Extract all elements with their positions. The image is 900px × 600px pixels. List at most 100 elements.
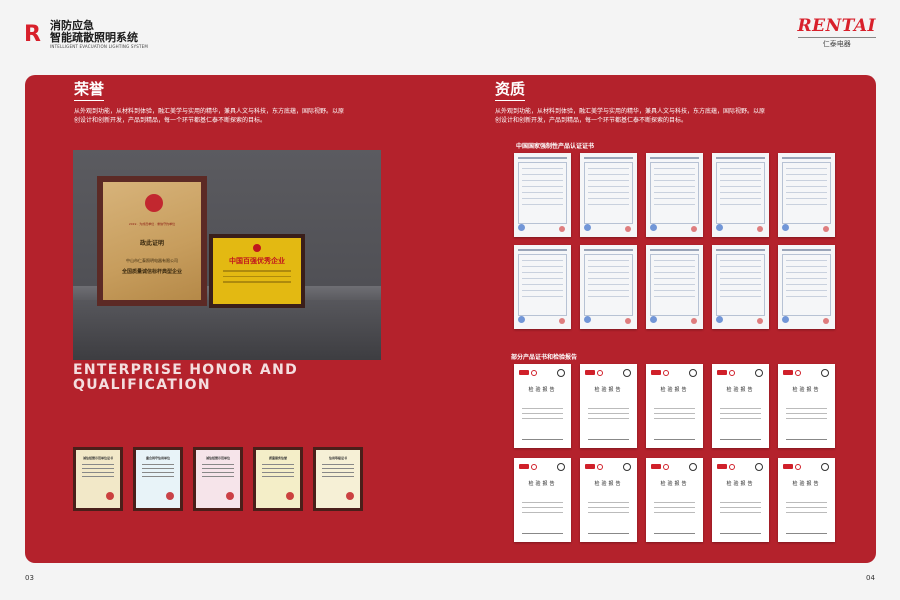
- report-title: 检验报告: [660, 481, 689, 487]
- brand-logo-mark: R: [24, 22, 41, 47]
- cma-logo-icon: [585, 370, 595, 375]
- cnas-logo-icon: [795, 464, 801, 470]
- seal-icon: [166, 492, 174, 500]
- seal-icon: [650, 316, 657, 323]
- cma-logo-icon: [783, 370, 793, 375]
- report-grid: 检验报告 检验报告 检验报告 检验报告 检验报告 检验报告 检验报告 检验报告 检验报告 检验报告: [514, 364, 835, 542]
- seal-icon: [518, 224, 525, 231]
- ccc-certificate: [712, 153, 769, 237]
- lab-logo-icon: [755, 463, 763, 471]
- seal-icon: [823, 318, 829, 324]
- mini-certificate: 诚信经营示范单位证书: [73, 447, 123, 511]
- report-title: 检验报告: [594, 481, 623, 487]
- seal-icon: [691, 226, 697, 232]
- lab-logo-icon: [623, 463, 631, 471]
- seal-icon: [716, 316, 723, 323]
- inspection-report: 检验报告: [514, 364, 571, 448]
- lab-logo-icon: [557, 463, 565, 471]
- seal-icon: [757, 226, 763, 232]
- seal-icon: [625, 318, 631, 324]
- mini-certificate-title: 信用等级证书: [328, 456, 347, 460]
- cma-logo-icon: [717, 370, 727, 375]
- cert-heading: 中国国家强制性产品认证证书: [516, 143, 595, 150]
- honor-title: 荣誉: [74, 80, 105, 101]
- lab-logo-icon: [755, 369, 763, 377]
- seal-icon: [823, 226, 829, 232]
- seal-icon: [346, 492, 354, 500]
- seal-icon: [782, 224, 789, 231]
- seal-icon: [559, 318, 565, 324]
- plaque-company: 中山市仁泰照明电器有限公司: [126, 258, 178, 263]
- honor-description: 从外观到功能，从材料到体验，融汇美学与实用的精华，兼具人文与科技，东方底蕴，国际…: [74, 108, 345, 124]
- mini-certificate: 信用等级证书: [313, 447, 363, 511]
- seal-icon: [106, 492, 114, 500]
- seal-icon: [518, 316, 525, 323]
- inspection-report: 检验报告: [712, 458, 769, 542]
- report-heading: 部分产品证书和检验报告: [511, 354, 578, 361]
- mini-certificate: 质量服务信誉: [253, 447, 303, 511]
- mini-certificate-title: 重合同守信用单位: [145, 456, 170, 460]
- mini-certificate: 重合同守信用单位: [133, 447, 183, 511]
- seal-icon: [559, 226, 565, 232]
- ccc-certificate: [778, 153, 835, 237]
- report-title: 检验报告: [792, 387, 821, 393]
- inspection-report: 检验报告: [514, 458, 571, 542]
- lab-logo-icon: [557, 369, 565, 377]
- plaque-large: 2019 · 为成员单位 · 重信守约单位 政此证明 中山市仁泰照明电器有限公司…: [97, 176, 207, 306]
- mini-certificate: 诚信经营示范单位: [193, 447, 243, 511]
- inspection-report: 检验报告: [646, 458, 703, 542]
- ccc-certificate: [712, 245, 769, 329]
- seal-icon: [650, 224, 657, 231]
- inspection-report: 检验报告: [580, 364, 637, 448]
- seal-icon: [757, 318, 763, 324]
- report-title: 检验报告: [594, 387, 623, 393]
- report-title: 检验报告: [726, 481, 755, 487]
- lab-logo-icon: [821, 369, 829, 377]
- certificate-grid: [514, 153, 835, 329]
- report-title: 检验报告: [726, 387, 755, 393]
- seal-icon: [716, 224, 723, 231]
- seal-icon: [782, 316, 789, 323]
- mini-certificate-title: 质量服务信誉: [268, 456, 287, 460]
- ccc-certificate: [580, 245, 637, 329]
- lab-logo-icon: [689, 369, 697, 377]
- cma-logo-icon: [585, 464, 595, 469]
- report-title: 检验报告: [528, 481, 557, 487]
- plaque-small: 中国百强优秀企业: [209, 234, 305, 308]
- seal-icon: [286, 492, 294, 500]
- seal-icon: [691, 318, 697, 324]
- emblem-icon: [145, 194, 163, 212]
- cnas-logo-icon: [597, 370, 603, 376]
- cnas-logo-icon: [531, 464, 537, 470]
- company-logo: RENTAI: [797, 16, 876, 36]
- inspection-report: 检验报告: [580, 458, 637, 542]
- plaque-main-text: 全国质量诚信标杆典型企业: [121, 269, 182, 275]
- cnas-logo-icon: [663, 370, 669, 376]
- page-number-right: 04: [866, 574, 875, 582]
- cma-logo-icon: [717, 464, 727, 469]
- qualification-title: 资质: [495, 80, 526, 101]
- plaque-top-line: 2019 · 为成员单位 · 重信守约单位: [128, 222, 176, 226]
- seal-icon: [226, 492, 234, 500]
- ccc-certificate: [646, 153, 703, 237]
- ccc-certificate: [514, 245, 571, 329]
- pedestal: [73, 300, 381, 360]
- report-title: 检验报告: [528, 387, 557, 393]
- brand-header-right: RENTAI 仁泰电器: [797, 16, 876, 49]
- cma-logo-icon: [651, 370, 661, 375]
- cma-logo-icon: [519, 464, 529, 469]
- seal-icon: [584, 224, 591, 231]
- lab-logo-icon: [689, 463, 697, 471]
- honor-photo: 2019 · 为成员单位 · 重信守约单位 政此证明 中山市仁泰照明电器有限公司…: [73, 150, 381, 360]
- inspection-report: 检验报告: [778, 458, 835, 542]
- ccc-certificate: [514, 153, 571, 237]
- inspection-report: 检验报告: [646, 364, 703, 448]
- ccc-certificate: [646, 245, 703, 329]
- brand-subtitle: INTELLIGENT EVACUATION LIGHTING SYSTEM: [50, 44, 149, 49]
- inspection-report: 检验报告: [712, 364, 769, 448]
- mini-certificate-title: 诚信经营示范单位: [205, 456, 230, 460]
- cma-logo-icon: [651, 464, 661, 469]
- page-number-left: 03: [25, 574, 34, 582]
- enterprise-heading: ENTERPRISE HONOR AND QUALIFICATION: [73, 363, 298, 393]
- mini-certificate-title: 诚信经营示范单位证书: [82, 456, 113, 460]
